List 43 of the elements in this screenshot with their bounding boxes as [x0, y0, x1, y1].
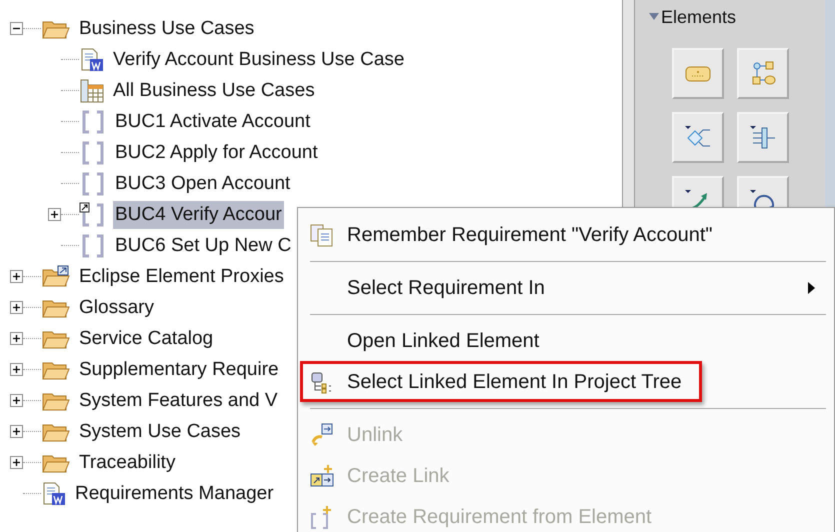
tree-item[interactable]: Eclipse Element Proxies [77, 262, 286, 290]
document-icon [79, 46, 105, 72]
menu-item[interactable]: Select Linked Element In Project Tree [300, 361, 702, 402]
tree-item[interactable]: System Features and V [77, 386, 280, 414]
tree-item[interactable]: Supplementary Require [77, 356, 281, 384]
palette-tool-button[interactable] [736, 112, 788, 163]
expand-toggle-icon[interactable] [10, 394, 23, 407]
document-icon [41, 480, 67, 506]
menu-item[interactable]: Select Requirement In [300, 267, 826, 308]
palette-tool-button[interactable] [736, 48, 788, 99]
submenu-arrow-icon [808, 282, 815, 294]
tree-item[interactable]: Requirements Manager [73, 480, 276, 508]
collapse-triangle-icon[interactable] [649, 13, 659, 21]
table-icon [79, 78, 105, 104]
tree-item[interactable]: BUC4 Verify Accour [113, 200, 284, 228]
expand-toggle-icon[interactable] [48, 208, 61, 221]
palette-title: Elements [661, 8, 736, 26]
tree-item[interactable]: Verify Account Business Use Case [111, 46, 406, 74]
palette-tool-button[interactable] [672, 48, 724, 99]
tree-item[interactable]: BUC2 Apply for Account [113, 138, 320, 166]
tree-item[interactable]: Glossary [77, 294, 156, 322]
copy-icon [309, 222, 335, 248]
create-link-icon [309, 462, 335, 488]
expand-toggle-icon[interactable] [10, 332, 23, 345]
expand-toggle-icon[interactable] [10, 270, 23, 283]
collapse-toggle-icon[interactable] [10, 22, 23, 35]
tree-item[interactable]: BUC1 Activate Account [113, 108, 312, 136]
folder-arrow-icon [41, 264, 71, 288]
palette-tool-button[interactable] [672, 112, 724, 163]
tree-item[interactable]: Service Catalog [77, 324, 216, 352]
expand-toggle-icon[interactable] [10, 425, 23, 438]
tree-item[interactable]: BUC3 Open Account [113, 170, 292, 198]
tree-item[interactable]: All Business Use Cases [111, 76, 317, 104]
menu-item[interactable]: Remember Requirement "Verify Account" [300, 214, 826, 255]
expand-toggle-icon[interactable] [10, 301, 23, 314]
expand-toggle-icon[interactable] [10, 363, 23, 376]
menu-item[interactable]: Open Linked Element [300, 320, 826, 361]
unlink-icon [309, 422, 335, 448]
expand-toggle-icon[interactable] [10, 456, 23, 469]
tree-item[interactable]: BUC6 Set Up New C [113, 232, 294, 260]
tree-item[interactable]: System Use Cases [77, 418, 243, 446]
tree-item[interactable]: Business Use Cases [77, 14, 256, 42]
tree-item[interactable]: Traceability [77, 448, 178, 476]
